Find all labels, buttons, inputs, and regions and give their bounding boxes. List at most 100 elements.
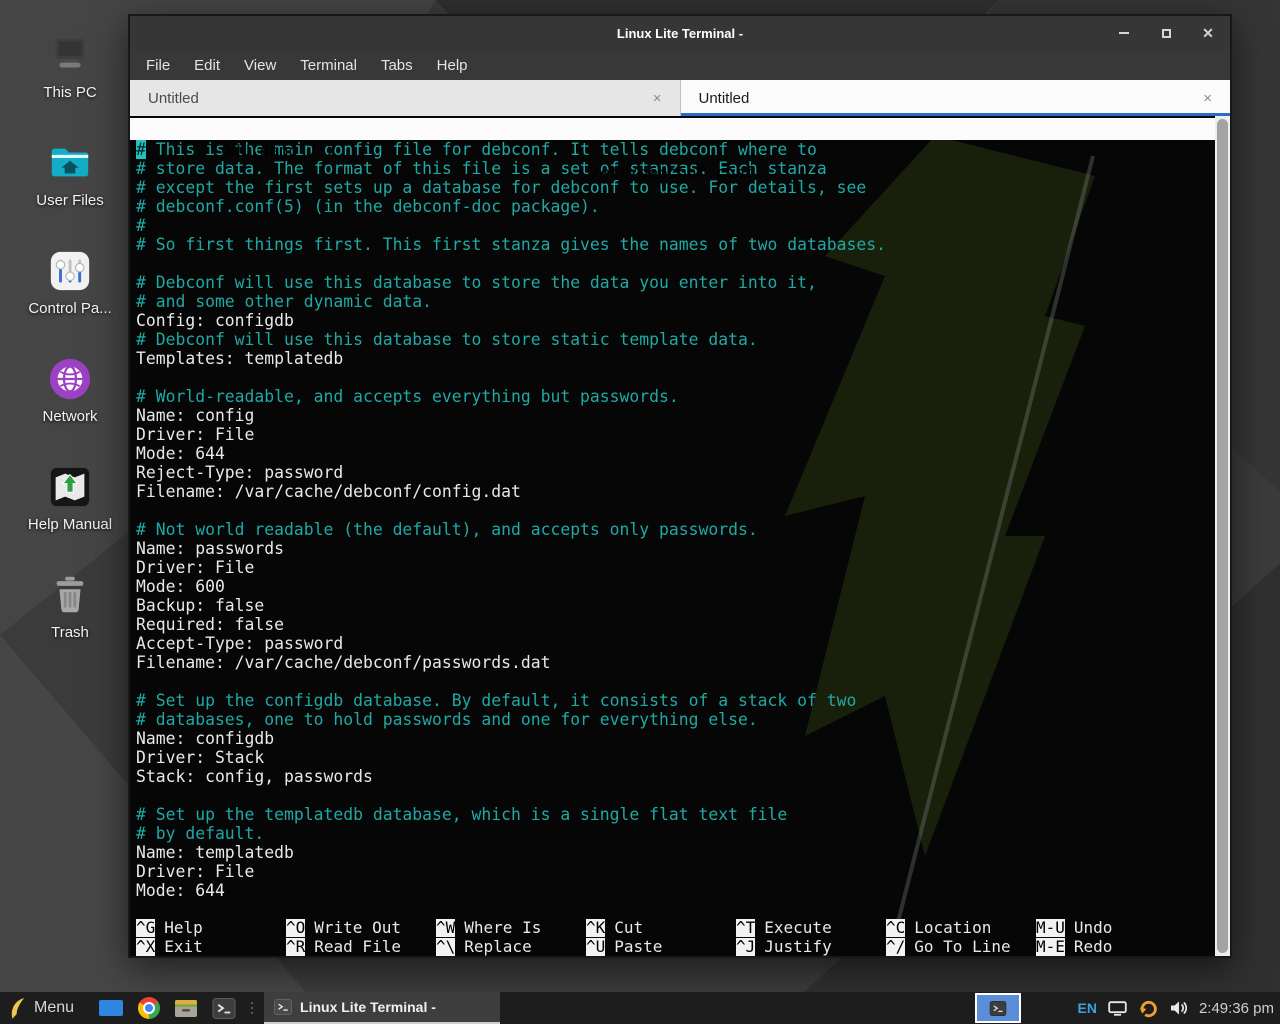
window-titlebar[interactable]: Linux Lite Terminal - ✕	[130, 16, 1230, 50]
editor-line-17: Mode: 644	[130, 444, 1215, 463]
update-notifier-icon[interactable]	[1138, 998, 1159, 1019]
scrollbar-track[interactable]	[1215, 116, 1230, 956]
display-tray-icon[interactable]	[1108, 1001, 1127, 1016]
shortcut-label: Undo	[1074, 918, 1113, 937]
editor-line-29	[130, 672, 1215, 691]
clock[interactable]: 2:49:36 pm	[1199, 1000, 1280, 1017]
maximize-icon[interactable]	[1158, 25, 1174, 41]
shortcut-label: Read File	[314, 937, 401, 956]
network-globe-icon	[47, 356, 93, 402]
shortcut-label: Where Is	[464, 918, 541, 937]
desktop-icon-label: Help Manual	[28, 516, 112, 533]
editor-line-21: # Not world readable (the default), and …	[130, 520, 1215, 539]
linux-lite-feather-icon	[8, 997, 26, 1020]
taskbar-window-label: Linux Lite Terminal -	[300, 999, 436, 1015]
desktop-icon-user-files[interactable]: User Files	[8, 140, 132, 209]
shortcut-key: M-U	[1036, 919, 1065, 937]
editor-line-23: Driver: File	[130, 558, 1215, 577]
desktop-icon-label: This PC	[43, 84, 96, 101]
tasklist-handle[interactable]	[248, 1002, 256, 1014]
scrollbar-thumb[interactable]	[1217, 119, 1228, 953]
shortcut-key: ^\	[436, 938, 455, 956]
shortcut-label: Exit	[164, 937, 203, 956]
editor-line-20	[130, 501, 1215, 520]
tab-label: Untitled	[699, 90, 750, 107]
desktop-icon-network[interactable]: Network	[8, 356, 132, 425]
tab-label: Untitled	[148, 90, 199, 107]
menu-item-terminal[interactable]: Terminal	[300, 57, 357, 74]
menu-item-help[interactable]: Help	[437, 57, 468, 74]
menu-bar: File Edit View Terminal Tabs Help	[130, 50, 1230, 80]
editor-line-6: # So first things first. This first stan…	[130, 235, 1215, 254]
shortcut-key: ^C	[886, 919, 905, 937]
desktop-icon-control-panel[interactable]: Control Pa...	[8, 248, 132, 317]
shortcut-label: Redo	[1074, 937, 1113, 956]
shortcut-key: ^/	[886, 938, 905, 956]
nano-shortcut-exit: ^XExit	[136, 937, 286, 956]
keyboard-layout-indicator[interactable]: EN	[1077, 1000, 1096, 1016]
shortcut-label: Help	[164, 918, 203, 937]
workspace-pager[interactable]	[975, 993, 1021, 1023]
nano-editor[interactable]: GNU nano 7.2 /etc/debconf.conf # This is…	[130, 116, 1215, 956]
tab-close-icon[interactable]: ×	[653, 90, 662, 107]
terminal-body: GNU nano 7.2 /etc/debconf.conf # This is…	[130, 116, 1230, 956]
shortcut-label: Paste	[614, 937, 662, 956]
tab-close-icon[interactable]: ×	[1203, 90, 1212, 107]
window-title: Linux Lite Terminal -	[617, 26, 743, 41]
terminal-launcher[interactable]	[212, 998, 236, 1019]
editor-line-24: Mode: 600	[130, 577, 1215, 596]
volume-icon[interactable]	[1170, 1000, 1188, 1016]
desktop-icon-this-pc[interactable]: This PC	[8, 32, 132, 101]
desktop-pager-icon	[98, 998, 124, 1018]
shortcut-label: Location	[914, 918, 991, 937]
minimize-icon[interactable]	[1116, 25, 1132, 41]
editor-line-33: Driver: Stack	[130, 748, 1215, 767]
editor-content: # This is the main config file for debco…	[130, 140, 1215, 900]
shortcut-key: ^U	[586, 938, 605, 956]
desktop-icon-label: User Files	[36, 192, 104, 209]
nano-shortcut-cut: ^KCut	[586, 918, 736, 937]
desktop-icon-trash[interactable]: Trash	[8, 572, 132, 641]
trash-icon	[47, 572, 93, 618]
menu-item-edit[interactable]: Edit	[194, 57, 220, 74]
user-files-folder-icon	[47, 140, 93, 186]
nano-shortcut-execute: ^TExecute	[736, 918, 886, 937]
nano-shortcut-redo: M-E Redo	[1036, 937, 1186, 956]
shortcut-label: Replace	[464, 937, 531, 956]
menu-item-tabs[interactable]: Tabs	[381, 57, 413, 74]
editor-line-4: # debconf.conf(5) (in the debconf-doc pa…	[130, 197, 1215, 216]
nano-titlebar: GNU nano 7.2 /etc/debconf.conf	[130, 118, 1215, 140]
chrome-icon	[138, 997, 160, 1019]
shortcut-key: ^G	[136, 919, 155, 937]
editor-line-9: # and some other dynamic data.	[130, 292, 1215, 311]
tab-untitled-1[interactable]: Untitled ×	[130, 80, 681, 116]
nano-shortcut-paste: ^U Paste	[586, 937, 736, 956]
desktop-icon-help-manual[interactable]: Help Manual	[8, 464, 132, 533]
editor-line-34: Stack: config, passwords	[130, 767, 1215, 786]
editor-line-19: Filename: /var/cache/debconf/config.dat	[130, 482, 1215, 501]
close-icon[interactable]: ✕	[1200, 25, 1216, 41]
control-panel-icon	[47, 248, 93, 294]
menu-item-view[interactable]: View	[244, 57, 276, 74]
desktop-icon-label: Control Pa...	[28, 300, 111, 317]
terminal-window: Linux Lite Terminal - ✕ File Edit View Term…	[128, 14, 1232, 958]
editor-line-18: Reject-Type: password	[130, 463, 1215, 482]
tab-untitled-2[interactable]: Untitled ×	[681, 80, 1231, 116]
shortcut-key: ^R	[286, 938, 305, 956]
menu-item-file[interactable]: File	[146, 57, 170, 74]
taskbar-window-button[interactable]: Linux Lite Terminal -	[264, 992, 500, 1024]
chrome-launcher[interactable]	[138, 997, 160, 1019]
nano-version: GNU nano 7.2	[221, 141, 337, 160]
shortcut-key: ^K	[586, 919, 605, 937]
file-manager-launcher[interactable]	[174, 998, 198, 1018]
start-menu-button[interactable]: Menu	[0, 992, 84, 1024]
shortcut-key: M-E	[1036, 938, 1065, 956]
terminal-icon	[989, 1001, 1007, 1016]
show-desktop-button[interactable]	[98, 998, 124, 1018]
desktop-icon-label: Trash	[51, 624, 89, 641]
editor-line-40: Mode: 644	[130, 881, 1215, 900]
editor-line-32: Name: configdb	[130, 729, 1215, 748]
nano-shortcut-go-to-line: ^/Go To Line	[886, 937, 1036, 956]
tab-bar: Untitled × Untitled ×	[130, 80, 1230, 116]
shortcut-key: ^O	[286, 919, 305, 937]
